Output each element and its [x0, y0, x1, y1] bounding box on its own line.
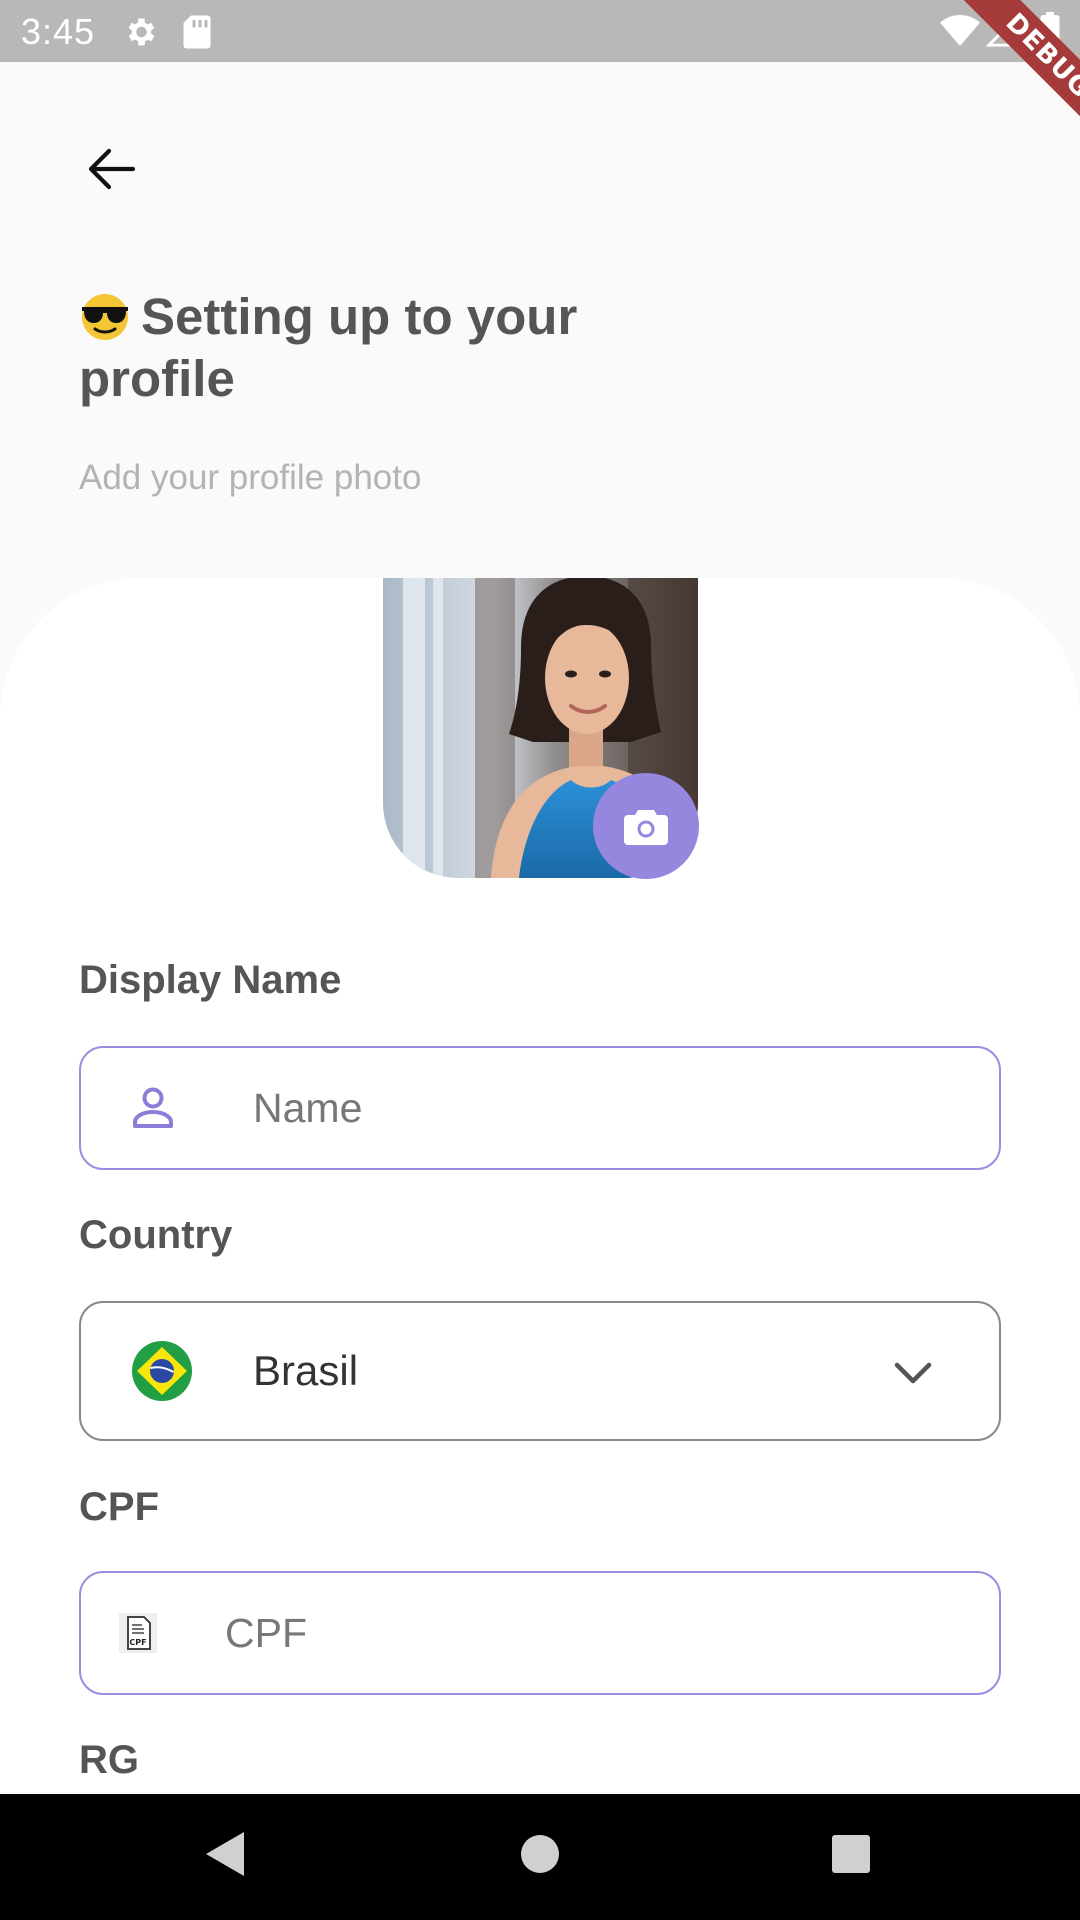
gear-icon — [128, 18, 155, 46]
navigation-bar — [0, 1794, 1080, 1920]
page-title: Setting up to your profile — [79, 286, 639, 410]
battery-icon — [1040, 12, 1060, 50]
rg-label: RG — [79, 1738, 139, 1782]
page-subtitle: Add your profile photo — [79, 458, 422, 497]
display-name-field[interactable] — [79, 1046, 1001, 1170]
status-time: 3:45 — [21, 11, 96, 52]
brazil-flag-icon — [132, 1341, 192, 1401]
change-photo-button[interactable] — [593, 773, 699, 879]
camera-icon — [624, 810, 668, 845]
back-button[interactable] — [76, 140, 146, 198]
cpf-label: CPF — [79, 1485, 159, 1529]
sd-card-icon — [183, 15, 211, 49]
title-text: Setting up to your profile — [79, 288, 578, 407]
display-name-input[interactable] — [253, 1084, 893, 1132]
chevron-down-icon — [894, 1362, 932, 1384]
recents-square-icon[interactable] — [831, 1830, 871, 1878]
country-select[interactable]: Brasil — [79, 1301, 1001, 1441]
cpf-document-icon: CPF — [119, 1613, 157, 1653]
country-value: Brasil — [253, 1347, 359, 1394]
sunglasses-emoji-icon — [79, 292, 131, 342]
wifi-icon — [940, 15, 980, 46]
signal-icon — [986, 14, 1019, 47]
back-triangle-icon[interactable] — [204, 1830, 246, 1878]
home-circle-icon[interactable] — [520, 1830, 560, 1878]
person-icon — [133, 1087, 173, 1128]
arrow-left-icon — [88, 148, 135, 190]
status-bar: 3:45 — [0, 0, 1080, 62]
cpf-input[interactable] — [225, 1609, 865, 1657]
cpf-field[interactable]: CPF — [79, 1571, 1001, 1695]
display-name-label: Display Name — [79, 958, 342, 1002]
cpf-icon-text: CPF — [129, 1638, 146, 1647]
country-label: Country — [79, 1213, 233, 1257]
